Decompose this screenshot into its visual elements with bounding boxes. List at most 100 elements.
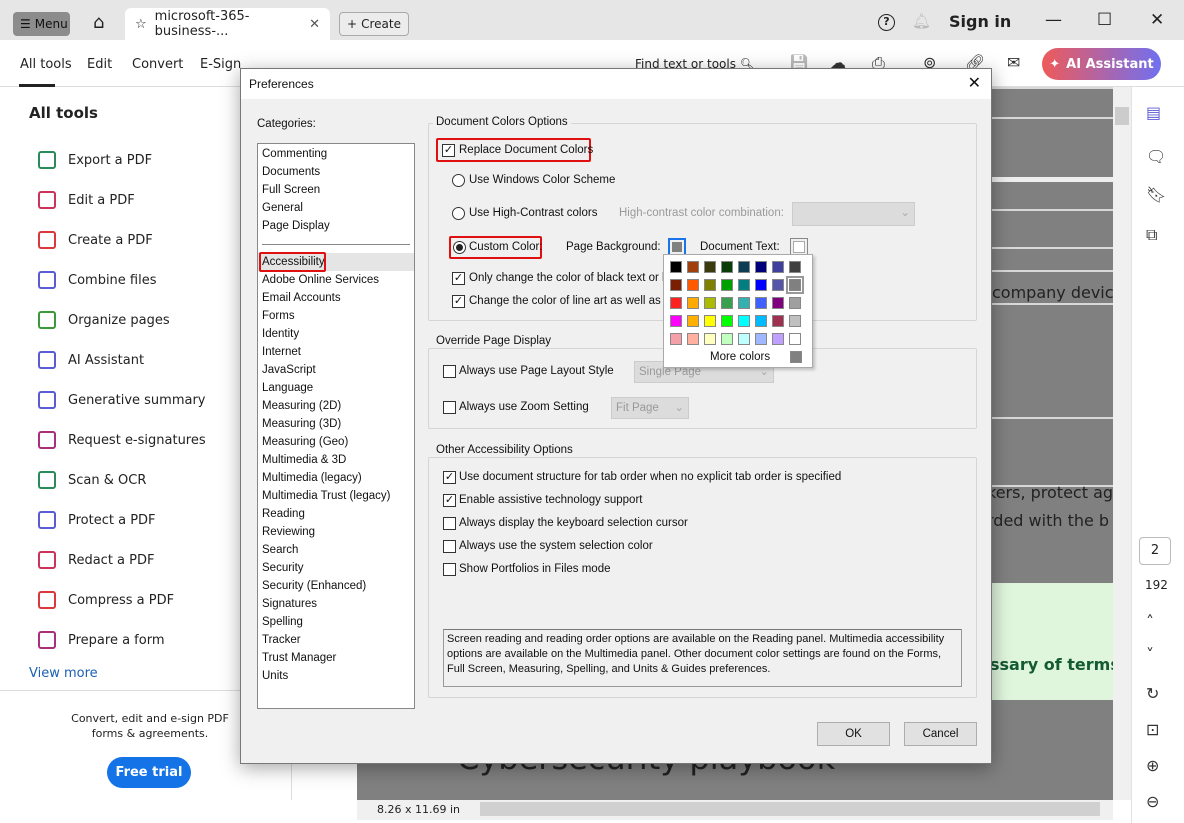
color-swatch[interactable] <box>789 261 801 273</box>
tool-compress-a-pdf[interactable]: Compress a PDF <box>38 590 174 610</box>
tool-scan-ocr[interactable]: Scan & OCR <box>38 470 146 490</box>
windows-scheme-radio[interactable] <box>452 174 465 187</box>
color-swatch[interactable] <box>772 297 784 309</box>
category-item[interactable]: Language <box>262 379 313 397</box>
chevron-down-icon[interactable]: ˅ <box>1146 645 1154 664</box>
category-item[interactable]: JavaScript <box>262 361 316 379</box>
more-colors-swatch[interactable] <box>790 351 802 363</box>
color-swatch[interactable] <box>670 333 682 345</box>
category-item[interactable]: Identity <box>262 325 299 343</box>
option-checkbox[interactable] <box>443 563 456 576</box>
category-item[interactable]: Reading <box>262 505 305 523</box>
comment-icon[interactable]: 🗨︎ <box>1146 147 1166 166</box>
category-item[interactable]: Forms <box>262 307 295 325</box>
category-item[interactable]: Units <box>262 667 288 685</box>
color-swatch[interactable] <box>687 315 699 327</box>
category-item[interactable]: Reviewing <box>262 523 315 541</box>
color-swatch[interactable] <box>687 279 699 291</box>
close-tab-icon[interactable]: ✕ <box>309 17 320 32</box>
color-swatch[interactable] <box>704 333 716 345</box>
option-checkbox[interactable] <box>443 517 456 530</box>
help-icon[interactable]: ? <box>878 14 895 31</box>
minimize-icon[interactable]: — <box>1045 10 1062 30</box>
category-item[interactable]: Page Display <box>262 217 330 235</box>
close-window-icon[interactable]: ✕ <box>1150 10 1164 30</box>
tool-edit-a-pdf[interactable]: Edit a PDF <box>38 190 135 210</box>
color-swatch[interactable] <box>738 333 750 345</box>
color-swatch[interactable] <box>704 315 716 327</box>
tool-request-e-signatures[interactable]: Request e-signatures <box>38 430 206 450</box>
actual-size-icon[interactable]: ⊡ <box>1146 720 1159 739</box>
category-item[interactable]: Multimedia (legacy) <box>262 469 362 487</box>
color-swatch[interactable] <box>721 279 733 291</box>
category-item[interactable]: Multimedia Trust (legacy) <box>262 487 390 505</box>
categories-list[interactable]: Commenting Documents Full Screen General Pag… <box>257 143 415 709</box>
color-swatch[interactable] <box>772 315 784 327</box>
document-tab[interactable]: ☆ microsoft-365-business-... ✕ <box>125 8 330 40</box>
tool-ai-assistant[interactable]: AI Assistant <box>38 350 144 370</box>
tab-edit[interactable]: Edit <box>87 57 112 72</box>
tab-esign[interactable]: E-Sign <box>200 57 241 72</box>
color-swatch[interactable] <box>755 279 767 291</box>
create-button[interactable]: + Create <box>339 12 409 36</box>
star-icon[interactable]: ☆ <box>135 17 147 32</box>
tool-protect-a-pdf[interactable]: Protect a PDF <box>38 510 156 530</box>
category-item[interactable]: Adobe Online Services <box>262 271 379 289</box>
category-item[interactable]: Search <box>262 541 298 559</box>
tool-create-a-pdf[interactable]: Create a PDF <box>38 230 153 250</box>
hc-combo-dropdown[interactable]: ⌄ <box>792 202 915 226</box>
color-swatch[interactable] <box>721 261 733 273</box>
tool-export-a-pdf[interactable]: Export a PDF <box>38 150 152 170</box>
bell-icon[interactable]: 🔔︎ <box>912 12 931 30</box>
color-swatch[interactable] <box>772 333 784 345</box>
color-swatch[interactable] <box>789 333 801 345</box>
replace-colors-checkbox[interactable]: ✓ <box>442 144 455 157</box>
color-swatch[interactable] <box>738 261 750 273</box>
scroll-thumb[interactable] <box>1115 107 1129 125</box>
color-swatch[interactable] <box>721 297 733 309</box>
category-item[interactable]: Security <box>262 559 304 577</box>
color-swatch[interactable] <box>755 297 767 309</box>
option-checkbox[interactable]: ✓ <box>443 494 456 507</box>
sign-in-button[interactable]: Sign in <box>949 12 1011 31</box>
color-swatch[interactable] <box>687 261 699 273</box>
category-item[interactable]: Signatures <box>262 595 317 613</box>
cancel-button[interactable]: Cancel <box>904 722 977 746</box>
rotate-icon[interactable]: ↻ <box>1146 684 1159 703</box>
more-colors-button[interactable]: More colors <box>710 351 770 363</box>
color-swatch[interactable] <box>772 279 784 291</box>
color-swatch[interactable] <box>721 333 733 345</box>
category-item[interactable]: Spelling <box>262 613 303 631</box>
color-swatch[interactable] <box>670 261 682 273</box>
category-item[interactable]: Security (Enhanced) <box>262 577 366 595</box>
color-swatch[interactable] <box>670 315 682 327</box>
menu-button[interactable]: ☰ Menu <box>13 12 70 36</box>
zoom-out-icon[interactable]: ⊖ <box>1146 792 1159 811</box>
color-swatch[interactable] <box>687 297 699 309</box>
color-swatch[interactable] <box>704 297 716 309</box>
color-swatch[interactable] <box>704 261 716 273</box>
category-item[interactable]: Measuring (3D) <box>262 415 341 433</box>
tab-convert[interactable]: Convert <box>132 57 183 72</box>
category-item[interactable]: Internet <box>262 343 301 361</box>
category-item[interactable]: Full Screen <box>262 181 320 199</box>
chevron-up-icon[interactable]: ˄ <box>1146 612 1154 631</box>
color-swatch[interactable] <box>670 297 682 309</box>
vertical-scrollbar[interactable] <box>1113 87 1131 800</box>
tool-prepare-a-form[interactable]: Prepare a form <box>38 630 164 650</box>
option-checkbox[interactable]: ✓ <box>443 471 456 484</box>
color-swatch[interactable] <box>721 315 733 327</box>
only-black-checkbox[interactable]: ✓ <box>452 272 465 285</box>
bookmark-icon[interactable]: 🔖︎ <box>1146 185 1166 204</box>
color-swatch[interactable] <box>738 297 750 309</box>
tool-organize-pages[interactable]: Organize pages <box>38 310 170 330</box>
color-swatch[interactable] <box>755 315 767 327</box>
view-more-link[interactable]: View more <box>29 666 98 681</box>
color-swatch[interactable] <box>738 279 750 291</box>
pages-icon[interactable]: ⧉ <box>1146 225 1157 245</box>
category-item[interactable]: Measuring (Geo) <box>262 433 348 451</box>
home-icon[interactable]: ⌂ <box>93 12 104 33</box>
category-item[interactable]: Tracker <box>262 631 301 649</box>
horizontal-scrollbar[interactable] <box>480 802 1100 816</box>
zoom-setting-checkbox[interactable] <box>443 401 456 414</box>
